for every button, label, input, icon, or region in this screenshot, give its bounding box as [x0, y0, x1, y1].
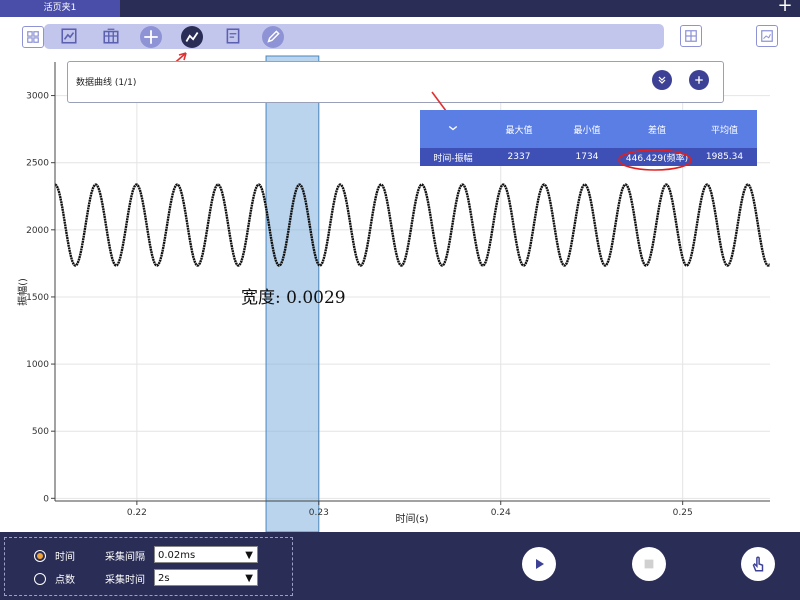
document-icon — [226, 28, 240, 44]
y-tick-label: 1000 — [26, 360, 49, 370]
tab-binder-1[interactable]: 活页夹1 — [0, 0, 120, 17]
stats-table: 最大值 最小值 差值 平均值 时间-振幅 2337 1734 446.429(频… — [420, 110, 757, 166]
duration-label: 采集时间 — [105, 575, 145, 586]
stop-icon — [644, 559, 654, 569]
interval-label: 采集间隔 — [105, 552, 145, 563]
selection-width-label: 宽度: 0.0029 — [241, 288, 346, 308]
chart-icon — [61, 28, 77, 44]
x-tick-label: 0.24 — [491, 508, 511, 518]
grid-icon — [27, 31, 39, 43]
y-tick-label: 500 — [32, 427, 49, 437]
mode-points-label: 点数 — [55, 575, 75, 586]
y-tick-label: 1500 — [26, 293, 49, 303]
stats-collapse-toggle[interactable] — [420, 122, 486, 137]
stop-button[interactable] — [632, 547, 666, 581]
x-tick-label: 0.23 — [309, 508, 329, 518]
red-circle-annotation — [618, 149, 692, 171]
mode-points-radio[interactable] — [34, 573, 46, 585]
table-row[interactable]: 时间-振幅 2337 1734 446.429(频率) 1985.34 — [420, 148, 757, 166]
add-curve-button[interactable] — [689, 70, 709, 90]
series-line — [55, 183, 770, 267]
header-avg: 平均值 — [710, 125, 738, 136]
row-max: 2337 — [507, 152, 531, 162]
duration-select[interactable]: 2s ▼ — [154, 569, 258, 586]
header-min: 最小值 — [573, 125, 601, 136]
x-tick-label: 0.25 — [673, 508, 693, 518]
plus-icon — [695, 76, 703, 84]
double-chevron-down-icon — [658, 76, 666, 84]
row-avg: 1985.34 — [705, 152, 744, 162]
touch-button[interactable] — [741, 547, 775, 581]
y-tick-label: 2000 — [26, 226, 49, 236]
layout-button[interactable] — [680, 25, 702, 47]
y-tick-label: 3000 — [26, 92, 49, 102]
curve-fit-button[interactable] — [181, 26, 203, 48]
dropdown-arrow-icon: ▼ — [245, 550, 253, 561]
grid-view-button[interactable] — [22, 26, 44, 48]
tab-bar: 活页夹1 + — [0, 0, 800, 17]
acquisition-config: 时间 点数 采集间隔 0.02ms ▼ 采集时间 2s ▼ — [4, 537, 293, 596]
data-table-button[interactable] — [100, 25, 122, 47]
toolbar — [44, 24, 664, 49]
play-icon — [536, 559, 544, 569]
add-crosshair-button[interactable] — [140, 26, 162, 48]
interval-select[interactable]: 0.02ms ▼ — [154, 546, 258, 563]
chevron-down-icon — [448, 125, 458, 130]
add-tab-button[interactable]: + — [776, 0, 794, 15]
y-axis-title: 振幅() — [16, 278, 29, 306]
x-axis-title: 时间(s) — [395, 512, 428, 525]
header-diff: 差值 — [647, 125, 666, 136]
row-min: 1734 — [575, 152, 599, 162]
collapse-button[interactable] — [652, 70, 672, 90]
y-tick-label: 0 — [43, 494, 49, 504]
table-icon — [103, 28, 119, 44]
stats-header-row: 最大值 最小值 差值 平均值 — [420, 110, 757, 148]
play-button[interactable] — [522, 547, 556, 581]
data-curve-panel: 数据曲线 (1/1) — [67, 61, 724, 103]
curve-icon — [185, 32, 199, 42]
control-bar: 时间 点数 采集间隔 0.02ms ▼ 采集时间 2s ▼ — [0, 532, 800, 600]
dropdown-arrow-icon: ▼ — [245, 573, 253, 584]
crosshair-icon — [144, 30, 158, 44]
x-tick-label: 0.22 — [127, 508, 147, 518]
chart-analysis-button[interactable] — [58, 25, 80, 47]
mode-time-radio[interactable] — [34, 550, 46, 562]
hand-pointer-icon — [752, 556, 764, 572]
y-tick-label: 2500 — [26, 159, 49, 169]
layout-icon — [685, 30, 697, 42]
workspace: 0 500 1000 1500 2000 2500 3000 0.22 0.23 0.24 0.25… — [0, 17, 800, 532]
duration-value: 2s — [158, 573, 170, 584]
row-name: 时间-振幅 — [433, 153, 473, 164]
panel-title: 数据曲线 (1/1) — [76, 78, 137, 88]
mode-time-label: 时间 — [55, 552, 75, 563]
pencil-icon — [267, 30, 280, 43]
screenshot-button[interactable] — [756, 25, 778, 47]
export-report-button[interactable] — [222, 25, 244, 47]
chart-series — [55, 183, 770, 267]
interval-value: 0.02ms — [158, 550, 196, 561]
image-edit-icon — [761, 30, 773, 42]
annotate-button[interactable] — [262, 26, 284, 48]
header-max: 最大值 — [505, 125, 533, 136]
